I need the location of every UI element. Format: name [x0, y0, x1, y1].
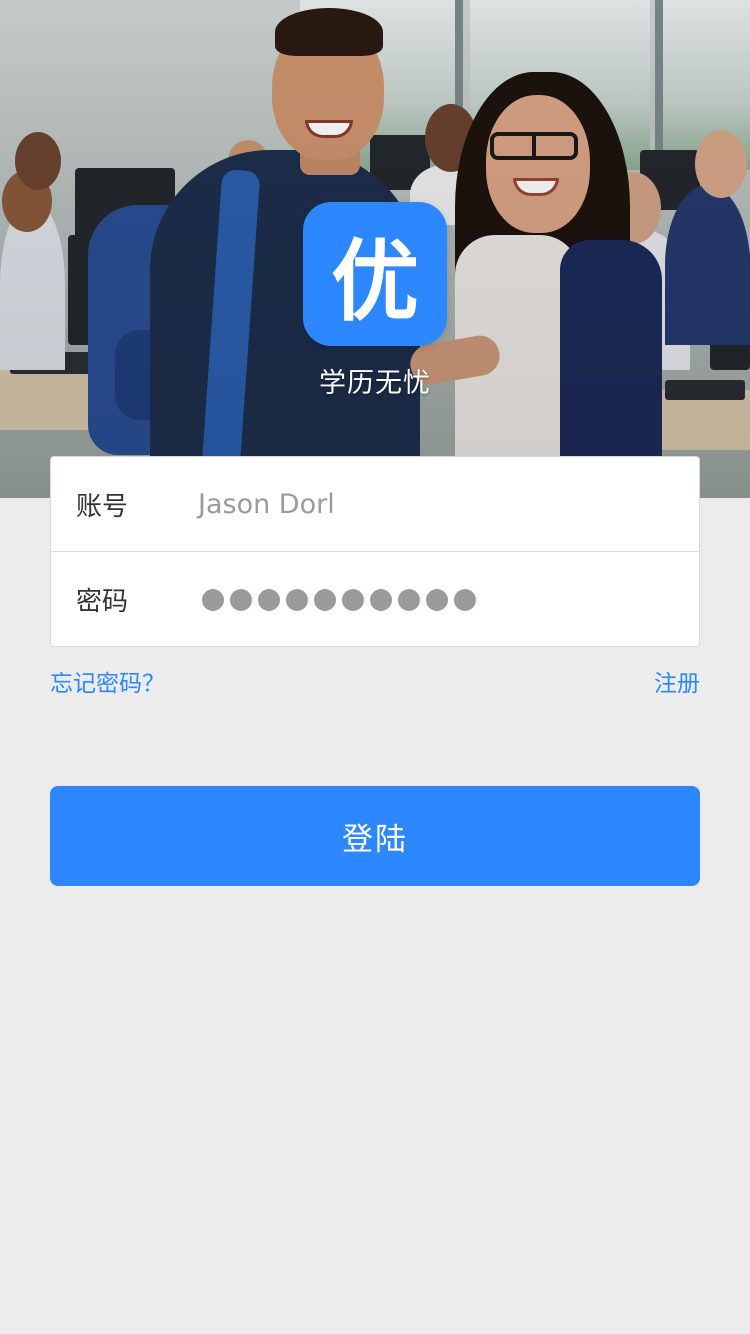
password-mask-dot: [286, 588, 308, 611]
account-field[interactable]: 账号 Jason Dorl: [51, 457, 699, 552]
password-label: 密码: [76, 587, 129, 617]
password-mask-dot: [314, 588, 336, 611]
logo-glyph: 优: [330, 229, 419, 333]
forgot-password-link[interactable]: 忘记密码？: [50, 664, 165, 698]
password-mask-dot: [258, 588, 280, 611]
password-mask-dot: [454, 588, 476, 611]
password-input[interactable]: [202, 588, 476, 611]
password-mask-dot: [426, 588, 448, 611]
account-input[interactable]: Jason Dorl: [198, 489, 335, 520]
app-name: 学历无忧: [319, 368, 431, 399]
login-form: 账号 Jason Dorl 密码: [50, 456, 700, 647]
password-mask-dot: [202, 588, 224, 611]
app-logo-icon: 优: [303, 202, 447, 346]
account-label: 账号: [76, 491, 129, 522]
password-field[interactable]: 密码: [51, 552, 699, 647]
login-button[interactable]: 登陆: [50, 786, 700, 886]
password-mask-dot: [342, 588, 364, 611]
password-mask-dot: [398, 588, 420, 611]
login-screen: 优 学历无忧 账号 Jason Dorl 密码 忘记密码？ 注册 登陆: [0, 0, 750, 1334]
password-mask-dot: [370, 588, 392, 611]
password-mask-dot: [230, 588, 252, 611]
register-link[interactable]: 注册: [654, 664, 700, 698]
